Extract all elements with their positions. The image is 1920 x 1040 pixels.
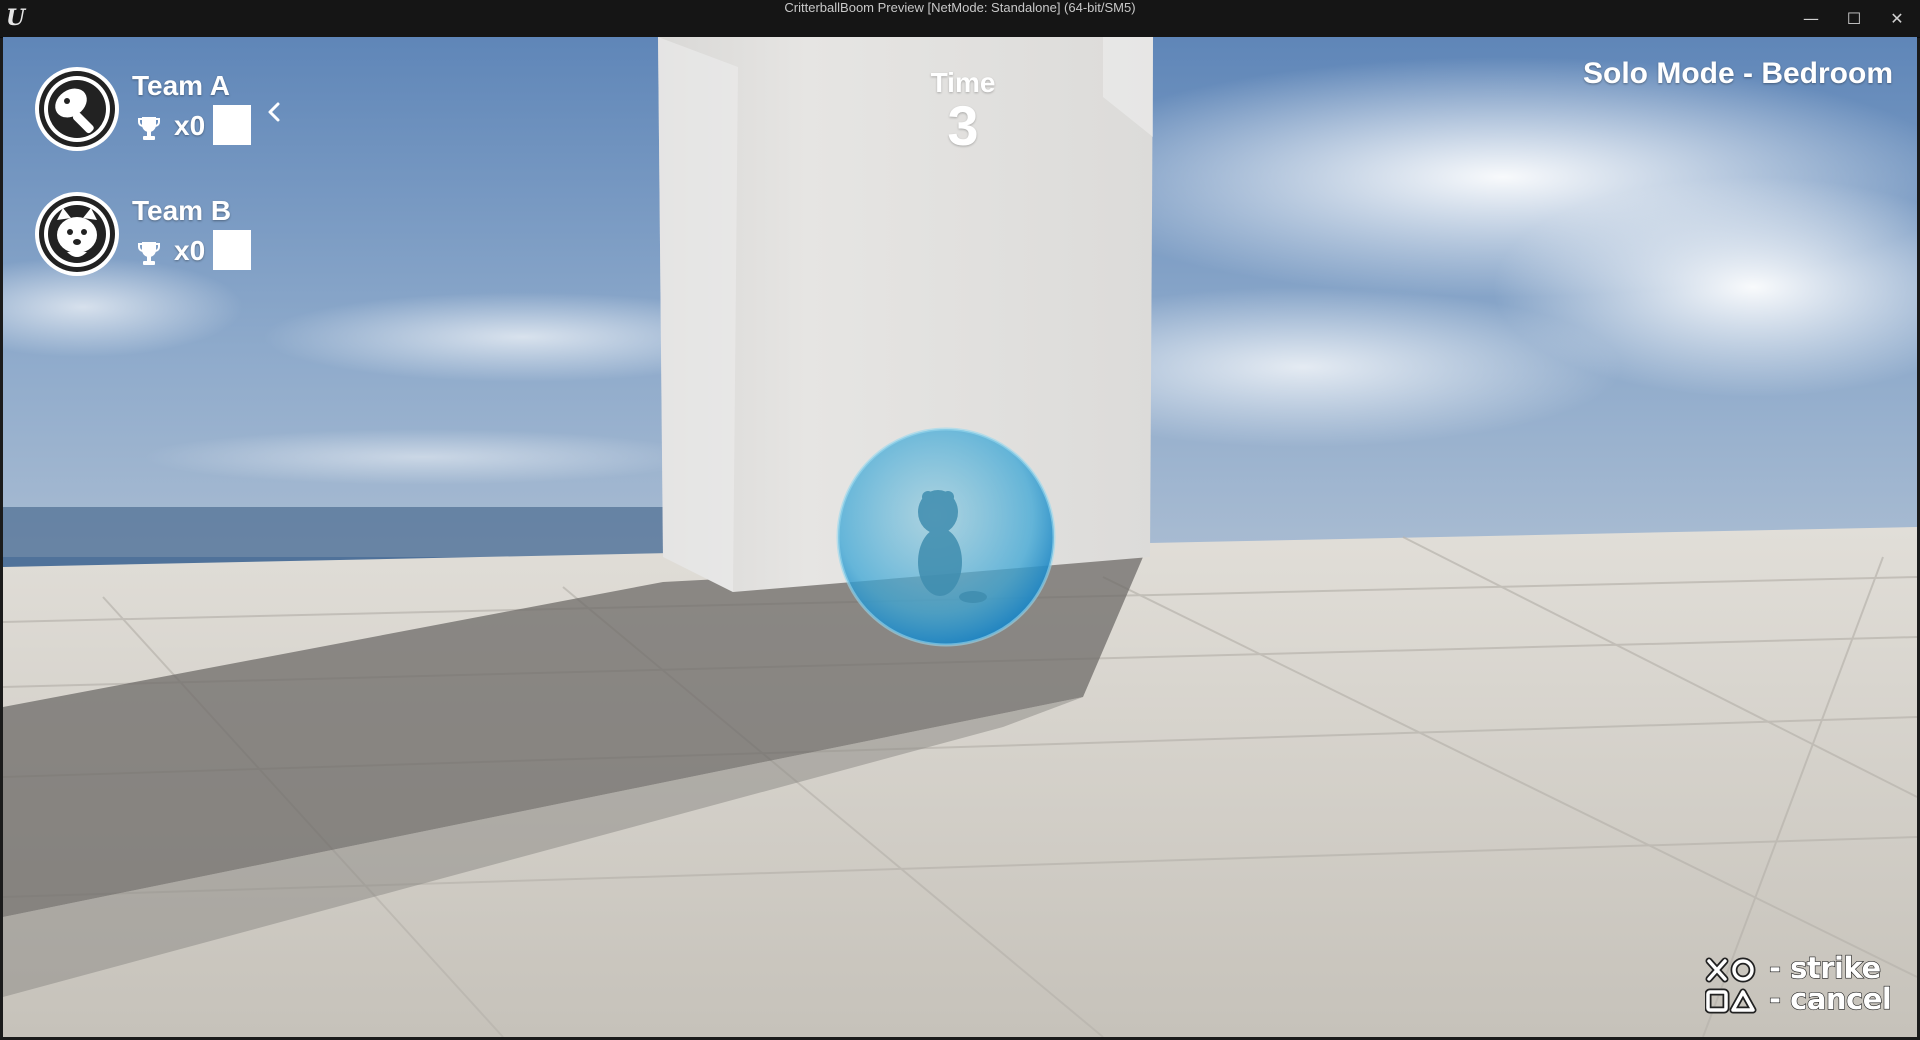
square-button-icon <box>1705 988 1730 1014</box>
game-mode-label: Solo Mode - Bedroom <box>1583 57 1893 90</box>
window-title-bar: U CritterballBoom Preview [NetMode: Stan… <box>0 0 1920 38</box>
cancel-hint: - cancel <box>1705 981 1895 1017</box>
cross-button-icon <box>1705 957 1729 983</box>
selector-arrow-icon <box>268 102 280 122</box>
team-b-score-box <box>213 230 251 270</box>
team-a-name: Team A <box>132 70 231 101</box>
minimize-button[interactable]: — <box>1790 0 1832 37</box>
team-b-score: x0 <box>174 235 206 266</box>
strike-hint: - strike <box>1705 950 1895 986</box>
triangle-button-icon <box>1729 988 1757 1014</box>
team-a-panel: Team A x0 <box>33 65 333 157</box>
maximize-button[interactable]: ☐ <box>1833 0 1875 37</box>
window-title: CritterballBoom Preview [NetMode: Standa… <box>784 0 1136 15</box>
timer: Time 3 <box>893 67 1033 157</box>
timer-value: 3 <box>947 94 979 157</box>
team-a-score: x0 <box>174 110 206 141</box>
close-button[interactable]: ✕ <box>1876 0 1918 37</box>
strike-hint-text: - strike <box>1768 950 1881 985</box>
game-scene <box>3 37 1917 1037</box>
mallet-emblem-icon <box>35 67 119 151</box>
circle-button-icon <box>1730 957 1756 983</box>
controls-hint: - strike - cancel <box>1705 950 1895 1019</box>
trophy-icon <box>138 242 160 265</box>
game-viewport[interactable]: Team A x0 Team B x0 Time 3 Solo Mode - B… <box>3 37 1917 1037</box>
team-b-panel: Team B x0 <box>33 190 333 282</box>
team-a-score-box <box>213 105 251 145</box>
team-b-name: Team B <box>132 195 232 226</box>
trophy-icon <box>138 117 160 140</box>
critter-face-emblem-icon <box>35 192 119 276</box>
cancel-hint-text: - cancel <box>1768 981 1892 1016</box>
